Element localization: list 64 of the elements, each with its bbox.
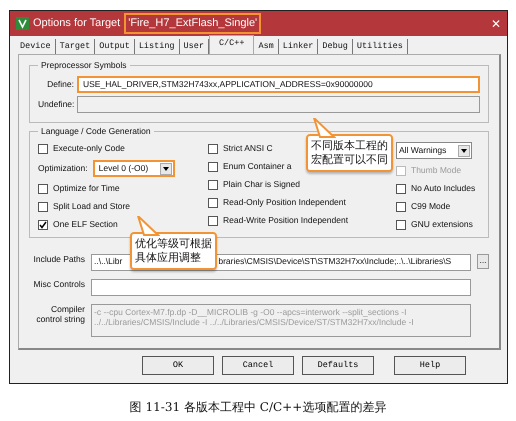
checkbox-label: Enum Container a: [223, 160, 292, 173]
tab[interactable]: C/C++: [208, 35, 254, 54]
tab[interactable]: Output: [95, 39, 135, 54]
field-label: Compiler control string: [35, 304, 85, 324]
app-icon: [16, 17, 29, 30]
field-label: Include Paths: [32, 254, 85, 264]
dialog-button[interactable]: OK: [142, 356, 214, 375]
checkbox-label: GNU extensions: [411, 218, 473, 231]
dialog-button[interactable]: Help: [394, 356, 466, 375]
checkbox-label: No Auto Includes: [411, 182, 476, 195]
close-button[interactable]: ✕: [491, 14, 501, 32]
field-label: Optimization:: [38, 162, 88, 175]
dialog-button[interactable]: Defaults: [302, 356, 374, 375]
tab[interactable]: Target: [56, 39, 96, 54]
browse-button[interactable]: ...: [477, 254, 489, 269]
checkbox-label: Read-Only Position Independent: [223, 196, 346, 209]
checkbox[interactable]: [208, 216, 218, 226]
group-title: Language / Code Generation: [38, 125, 154, 138]
checkbox[interactable]: [38, 202, 48, 212]
tab[interactable]: Linker: [278, 39, 318, 54]
checkbox-label: Plain Char is Signed: [223, 178, 300, 191]
tab[interactable]: Device: [16, 39, 56, 54]
target-name: 'Fire_H7_ExtFlash_Single': [124, 13, 262, 34]
checkbox[interactable]: [396, 202, 406, 212]
checkbox[interactable]: [396, 184, 406, 194]
figure-caption: 图 11-31 各版本工程中 C/C++选项配置的差异: [128, 399, 388, 416]
checkbox[interactable]: [208, 144, 218, 154]
field-value: braries\CMSIS\Device\ST\STM32H7xx\Include;..\..\Libraries\S: [218, 255, 452, 268]
field-label: Undefine:: [38, 98, 74, 111]
field-value: ..\..\Libr: [94, 255, 122, 268]
checkbox[interactable]: [396, 220, 406, 230]
checkbox[interactable]: [208, 162, 218, 172]
checkbox-label: Split Load and Store: [53, 200, 130, 213]
checkbox-label: Strict ANSI C: [223, 142, 273, 155]
text-line: ../../Libraries/CMSIS/Include -I ../../Libraries/CMSIS/Device/ST/STM32H7xx/Include -I: [94, 317, 415, 327]
callout-pointer: [136, 216, 160, 236]
dropdown[interactable]: Level 0 (-O0): [92, 160, 175, 177]
input-field[interactable]: [91, 279, 471, 296]
dialog-button[interactable]: Cancel: [222, 356, 294, 375]
checkbox-label: One ELF Section: [53, 218, 118, 231]
dropdown[interactable]: All Warnings: [396, 142, 472, 159]
window-title: Options for Target: [33, 16, 120, 32]
tab[interactable]: Listing: [134, 39, 180, 54]
field-label: Misc Controls: [32, 279, 85, 289]
checkbox[interactable]: [208, 180, 218, 190]
dropdown-value: Level 0 (-O0): [98, 162, 148, 175]
checkbox-label: C99 Mode: [411, 200, 450, 213]
tab[interactable]: Debug: [318, 39, 353, 54]
checkbox[interactable]: [38, 144, 48, 154]
checkbox-label: Read-Write Position Independent: [223, 214, 348, 227]
input-field[interactable]: USE_HAL_DRIVER,STM32H743xx,APPLICATION_ADDRESS=0x90000000: [77, 76, 480, 93]
checkbox[interactable]: [38, 184, 48, 194]
tab[interactable]: Asm: [254, 39, 279, 54]
checkbox-label: Optimize for Time: [53, 182, 120, 195]
tab[interactable]: Utilities: [352, 39, 408, 54]
text-line: -c --cpu Cortex-M7.fp.dp -D__MICROLIB -g -O0 --apcs=interwork --split_sections -I: [94, 307, 408, 317]
checkbox[interactable]: [38, 220, 48, 230]
checkbox-label: Execute-only Code: [53, 142, 125, 155]
dropdown-value: All Warnings: [399, 144, 446, 157]
group-title: Preprocessor Symbols: [38, 59, 130, 72]
field-label: Define:: [46, 78, 74, 91]
checkbox[interactable]: [208, 198, 218, 208]
callout-pointer: [312, 118, 336, 138]
checkbox-label: Thumb Mode: [411, 164, 462, 177]
